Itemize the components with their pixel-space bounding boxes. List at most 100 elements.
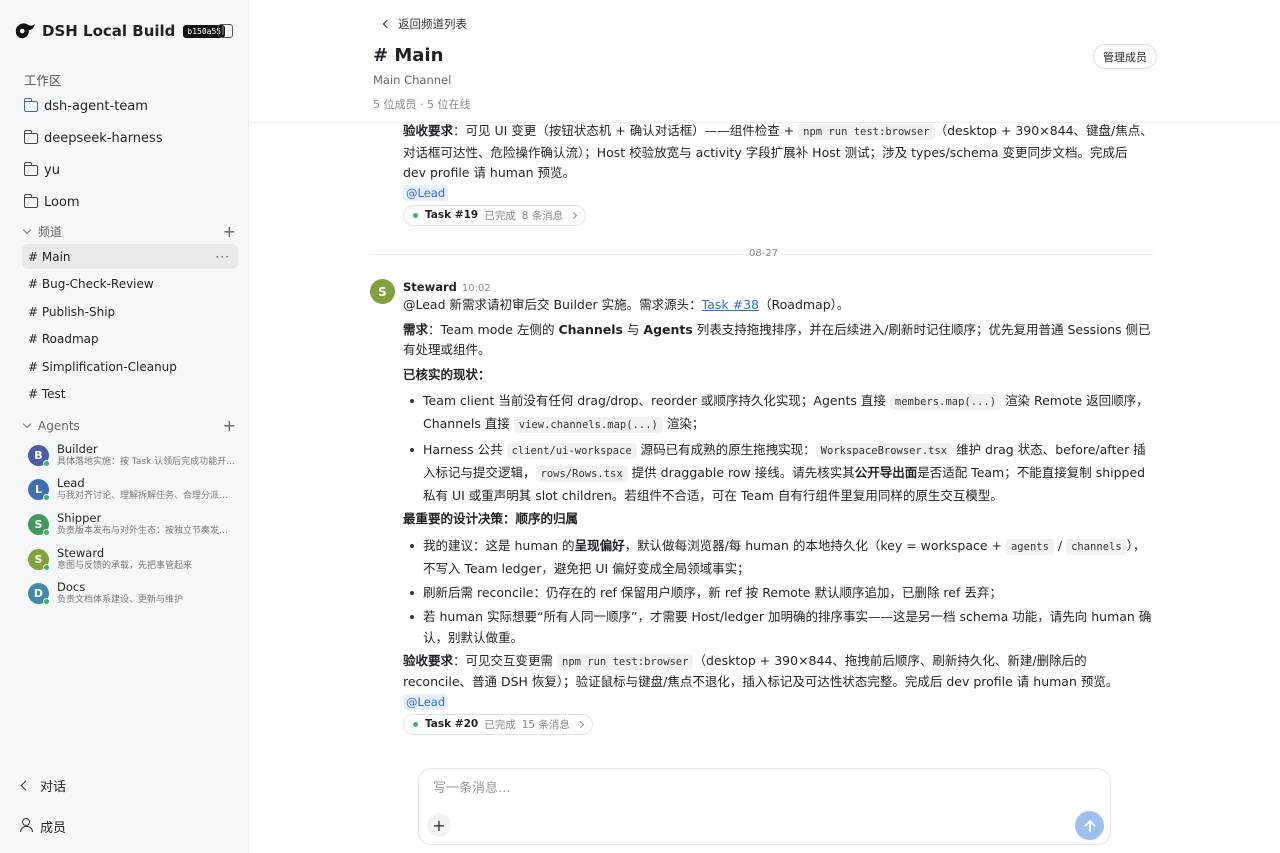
list-item: Harness 公共 client/ui-workspace 源码已有成熟的原生… <box>410 439 1153 506</box>
arrow-up-icon <box>1084 819 1095 832</box>
back-link[interactable]: 返回频道列表 <box>382 16 467 32</box>
workspace-label: yu <box>44 162 60 178</box>
avatar: S <box>28 548 50 571</box>
channel-item[interactable]: # Test <box>22 381 238 406</box>
chevron-left-icon <box>20 780 30 791</box>
agents-label: Agents <box>38 419 80 433</box>
avatar: L <box>28 478 50 501</box>
agent-description: 与我对齐讨论、理解拆解任务、合理分派编... <box>57 491 235 501</box>
agent-name: Lead <box>57 476 85 490</box>
agent-description: 具体落地实施：按 Task 认领后完成功能开... <box>57 457 235 467</box>
sidebar-toggle-icon[interactable] <box>218 24 233 38</box>
add-agent-icon[interactable]: + <box>223 418 236 434</box>
workspace-label: dsh-agent-team <box>44 98 148 114</box>
task-name: Task #20 <box>425 718 479 730</box>
task-state: 已完成 <box>484 209 516 222</box>
online-indicator <box>43 563 50 571</box>
chevron-right-icon <box>570 211 578 219</box>
person-icon <box>19 818 33 832</box>
task-chip[interactable]: Task #20 已完成 15 条消息 <box>403 713 593 735</box>
chevron-right-icon <box>576 720 584 728</box>
mention[interactable]: @Lead <box>403 184 449 201</box>
channel-label: # Roadmap <box>28 331 99 346</box>
agent-name: Docs <box>57 580 86 594</box>
chat-nav-item[interactable]: 对话 <box>18 776 66 795</box>
message-intro: @Lead 新需求请初审后交 Builder 实施。需求源头：Task #38（… <box>403 297 850 312</box>
chevron-down-icon <box>22 225 32 234</box>
agent-description: 负责文档体系建设、更新与维护 <box>57 595 184 605</box>
workspace-item[interactable]: yu <box>23 158 60 182</box>
task-count: 15 条消息 <box>521 718 570 731</box>
online-indicator <box>43 597 50 605</box>
sidebar: DSH Local Build b150a55 工作区 dsh-agent-te… <box>0 0 249 853</box>
app-title: DSH Local Build <box>42 22 176 40</box>
workspace-item[interactable]: Loom <box>23 190 80 214</box>
task-name: Task #19 <box>425 209 479 221</box>
decision-list: 我的建议：这是 human 的呈现偏好，默认做每浏览器/每 human 的本地持… <box>403 535 1153 648</box>
channel-item[interactable]: # Bug-Check-Review <box>22 271 238 296</box>
message: Steward 10:02 @Lead 新需求请初审后交 Builder 实施。需… <box>403 280 1153 735</box>
channel-label: # Bug-Check-Review <box>28 276 154 291</box>
online-indicator <box>43 493 50 501</box>
folder-open-icon <box>23 97 38 112</box>
message-header: Steward 10:02 <box>403 280 1153 294</box>
task-state: 已完成 <box>484 718 516 731</box>
folder-icon <box>23 193 38 208</box>
message-input[interactable] <box>433 781 1033 796</box>
channel-label: # Publish-Ship <box>28 304 116 319</box>
agent-description: 负责版本发布与对外生态：按独立节奏发布... <box>57 526 235 536</box>
channel-label: # Main <box>28 249 71 264</box>
facts-heading: 已核实的现状： <box>403 366 491 382</box>
add-channel-icon[interactable]: + <box>223 223 236 240</box>
main-area: 验收要求：可见 UI 变更（按钮状态机 + 确认对话框）——组件检查 + npm… <box>250 0 1280 853</box>
agent-item[interactable]: D Docs 负责文档体系建设、更新与维护 <box>28 578 238 608</box>
message-composer: + <box>418 768 1111 845</box>
back-label: 返回频道列表 <box>398 17 467 31</box>
manage-members-button[interactable]: 管理成员 <box>1093 44 1157 69</box>
workspace-label: Loom <box>44 194 80 210</box>
list-item: 若 human 实际想要“所有人同一顺序”，才需要 Host/ledger 加明… <box>410 606 1153 648</box>
channel-item[interactable]: # Simplification-Cleanup <box>22 354 238 379</box>
status-dot <box>413 212 418 218</box>
agent-item[interactable]: S Steward 意图与反馈的承载，先把事管起来 <box>28 544 238 574</box>
channel-header: 返回频道列表 # Main Main Channel 5 位成员 · 5 位在线… <box>250 0 1280 123</box>
send-button[interactable] <box>1075 811 1104 840</box>
list-item: 刷新后需 reconcile：仍存在的 ref 保留用户顺序，新 ref 按 R… <box>410 582 1153 603</box>
channel-item[interactable]: # Publish-Ship <box>22 299 238 324</box>
channel-subtitle: Main Channel <box>373 73 452 87</box>
channels-group-header[interactable]: 频道 + <box>22 223 236 240</box>
decision-heading: 最重要的设计决策：顺序的归属 <box>403 511 579 526</box>
message-requirement: 需求：Team mode 左侧的 Channels 与 Agents 列表支持拖… <box>403 321 1151 358</box>
channel-item-main[interactable]: # Main ··· <box>22 244 238 269</box>
agents-group-header[interactable]: Agents + <box>22 418 236 434</box>
task-chip[interactable]: Task #19 已完成 8 条消息 <box>403 204 587 226</box>
status-dot <box>413 721 418 727</box>
workspace-item[interactable]: deepseek-harness <box>23 126 163 150</box>
chevron-down-icon <box>22 419 32 429</box>
list-item: Team client 当前没有任何 drag/drop、reorder 或顺序… <box>410 390 1153 436</box>
more-icon[interactable]: ··· <box>216 250 230 264</box>
workspace-label: deepseek-harness <box>44 130 163 146</box>
message-previous: 验收要求：可见 UI 变更（按钮状态机 + 确认对话框）——组件检查 + npm… <box>403 121 1153 226</box>
attach-button[interactable]: + <box>427 813 451 837</box>
message-time: 10:02 <box>461 283 491 294</box>
agent-description: 意图与反馈的承载，先把事管起来 <box>57 561 193 571</box>
members-nav-item[interactable]: 成员 <box>18 817 66 836</box>
avatar[interactable]: S <box>370 279 395 304</box>
page-title: # Main <box>373 45 444 66</box>
agent-item[interactable]: B Builder 具体落地实施：按 Task 认领后完成功能开... <box>28 440 238 470</box>
mention[interactable]: @Lead <box>403 693 449 710</box>
members-label: 成员 <box>40 821 67 836</box>
date-label: 08-27 <box>743 248 785 259</box>
workspace-item[interactable]: dsh-agent-team <box>23 94 148 118</box>
channel-item[interactable]: # Roadmap <box>22 326 238 351</box>
agent-item[interactable]: L Lead 与我对齐讨论、理解拆解任务、合理分派编... <box>28 474 238 504</box>
agent-name: Shipper <box>57 511 102 525</box>
agent-item[interactable]: S Shipper 负责版本发布与对外生态：按独立节奏发布... <box>28 509 238 539</box>
avatar: D <box>28 582 50 605</box>
task-link[interactable]: Task #38 <box>702 297 759 312</box>
list-item: 我的建议：这是 human 的呈现偏好，默认做每浏览器/每 human 的本地持… <box>410 535 1153 579</box>
message-author[interactable]: Steward <box>403 280 457 294</box>
workspace-label: 工作区 <box>24 73 62 88</box>
chevron-left-icon <box>382 19 392 29</box>
